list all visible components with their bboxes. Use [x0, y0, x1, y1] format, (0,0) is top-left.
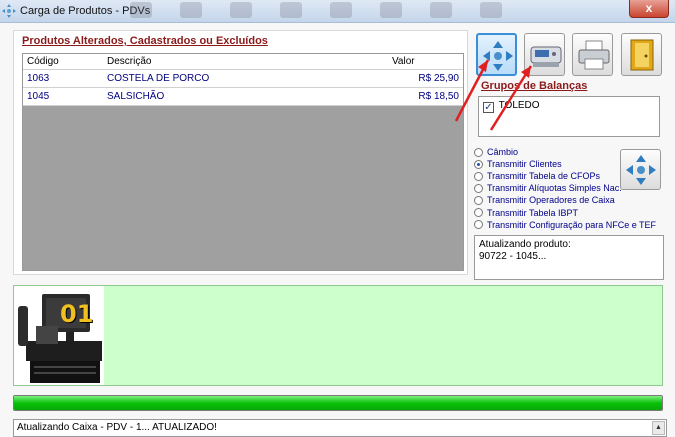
status-line-2: 90722 - 1045...: [479, 251, 547, 262]
column-header-description[interactable]: Descrição: [103, 54, 388, 70]
column-header-value[interactable]: Valor: [388, 54, 463, 70]
status-line-1: Atualizando produto:: [479, 239, 571, 250]
app-arrows-icon: [2, 4, 16, 18]
scale-group-item[interactable]: ✓ TOLEDO: [483, 100, 540, 113]
progress-fill: [14, 396, 662, 410]
option-label: Transmitir Configuração para NFCe e TEF: [487, 219, 657, 230]
exit-door-icon: [630, 39, 654, 71]
table-row[interactable]: 1045 SALSICHÃO R$ 18,50: [23, 87, 463, 106]
print-button[interactable]: [572, 33, 613, 76]
radio-button[interactable]: [474, 159, 483, 169]
products-grid[interactable]: Código Descrição Valor 1063 COSTELA DE P…: [22, 53, 464, 271]
title-bar: Carga de Produtos - PDVs x: [0, 0, 675, 23]
log-box: Atualizando Caixa - PDV - 1... ATUALIZAD…: [13, 419, 667, 437]
main-content: Produtos Alterados, Cadastrados ou Exclu…: [0, 23, 675, 437]
table-row[interactable]: 1063 COSTELA DE PORCO R$ 25,90: [23, 69, 463, 88]
scale-groups-title: Grupos de Balanças: [481, 80, 588, 92]
scale-group-label: TOLEDO: [498, 100, 540, 111]
printer-icon: [578, 40, 610, 70]
transmit-button[interactable]: [476, 33, 517, 76]
option-nfce-tef[interactable]: Transmitir Configuração para NFCe e TEF: [474, 219, 656, 231]
option-label: Transmitir Alíquotas Simples Nac.: [487, 183, 622, 194]
scale-icon: [530, 46, 562, 67]
grid-header-row: Código Descrição Valor: [23, 54, 463, 70]
exit-button[interactable]: [621, 33, 662, 76]
option-label: Câmbio: [487, 147, 519, 158]
products-panel: Produtos Alterados, Cadastrados ou Exclu…: [13, 30, 468, 275]
option-label: Transmitir Tabela de CFOPs: [487, 171, 601, 182]
scale-group-checkbox[interactable]: ✓: [483, 102, 494, 113]
pdv-panel: 01: [13, 285, 663, 386]
log-text: Atualizando Caixa - PDV - 1... ATUALIZAD…: [17, 422, 217, 433]
scale-button[interactable]: [524, 33, 565, 76]
cell-value: R$ 18,50: [388, 87, 463, 106]
status-box: Atualizando produto: 90722 - 1045...: [474, 235, 664, 280]
cell-code: 1045: [23, 87, 103, 106]
pdv-tile[interactable]: 01: [14, 286, 104, 385]
option-label: Transmitir Tabela IBPT: [487, 207, 579, 218]
scale-groups-list[interactable]: ✓ TOLEDO: [478, 96, 660, 137]
option-ibpt[interactable]: Transmitir Tabela IBPT: [474, 206, 656, 218]
close-button[interactable]: x: [629, 0, 669, 18]
option-operadores[interactable]: Transmitir Operadores de Caixa: [474, 194, 656, 206]
cell-description: SALSICHÃO: [103, 87, 388, 106]
scroll-up-arrow[interactable]: ▲: [652, 421, 665, 435]
cell-code: 1063: [23, 69, 103, 88]
transmit-option-button[interactable]: [620, 149, 661, 190]
progress-bar: [13, 395, 663, 411]
cell-value: R$ 25,90: [388, 69, 463, 88]
radio-button[interactable]: [474, 220, 483, 230]
background-toolbar-ghost: [130, 2, 530, 20]
grid-empty-area: [23, 107, 463, 270]
option-label: Transmitir Clientes: [487, 159, 562, 170]
radio-button[interactable]: [474, 147, 483, 157]
arrows-transmit-icon: [626, 155, 656, 185]
pdv-number: 01: [60, 300, 94, 328]
column-header-code[interactable]: Código: [23, 54, 103, 70]
radio-button[interactable]: [474, 183, 483, 193]
radio-button[interactable]: [474, 195, 483, 205]
radio-button[interactable]: [474, 208, 483, 218]
products-section-title: Produtos Alterados, Cadastrados ou Exclu…: [22, 35, 268, 47]
option-label: Transmitir Operadores de Caixa: [487, 195, 615, 206]
radio-button[interactable]: [474, 171, 483, 181]
cell-description: COSTELA DE PORCO: [103, 69, 388, 88]
arrows-transmit-icon: [483, 41, 513, 71]
